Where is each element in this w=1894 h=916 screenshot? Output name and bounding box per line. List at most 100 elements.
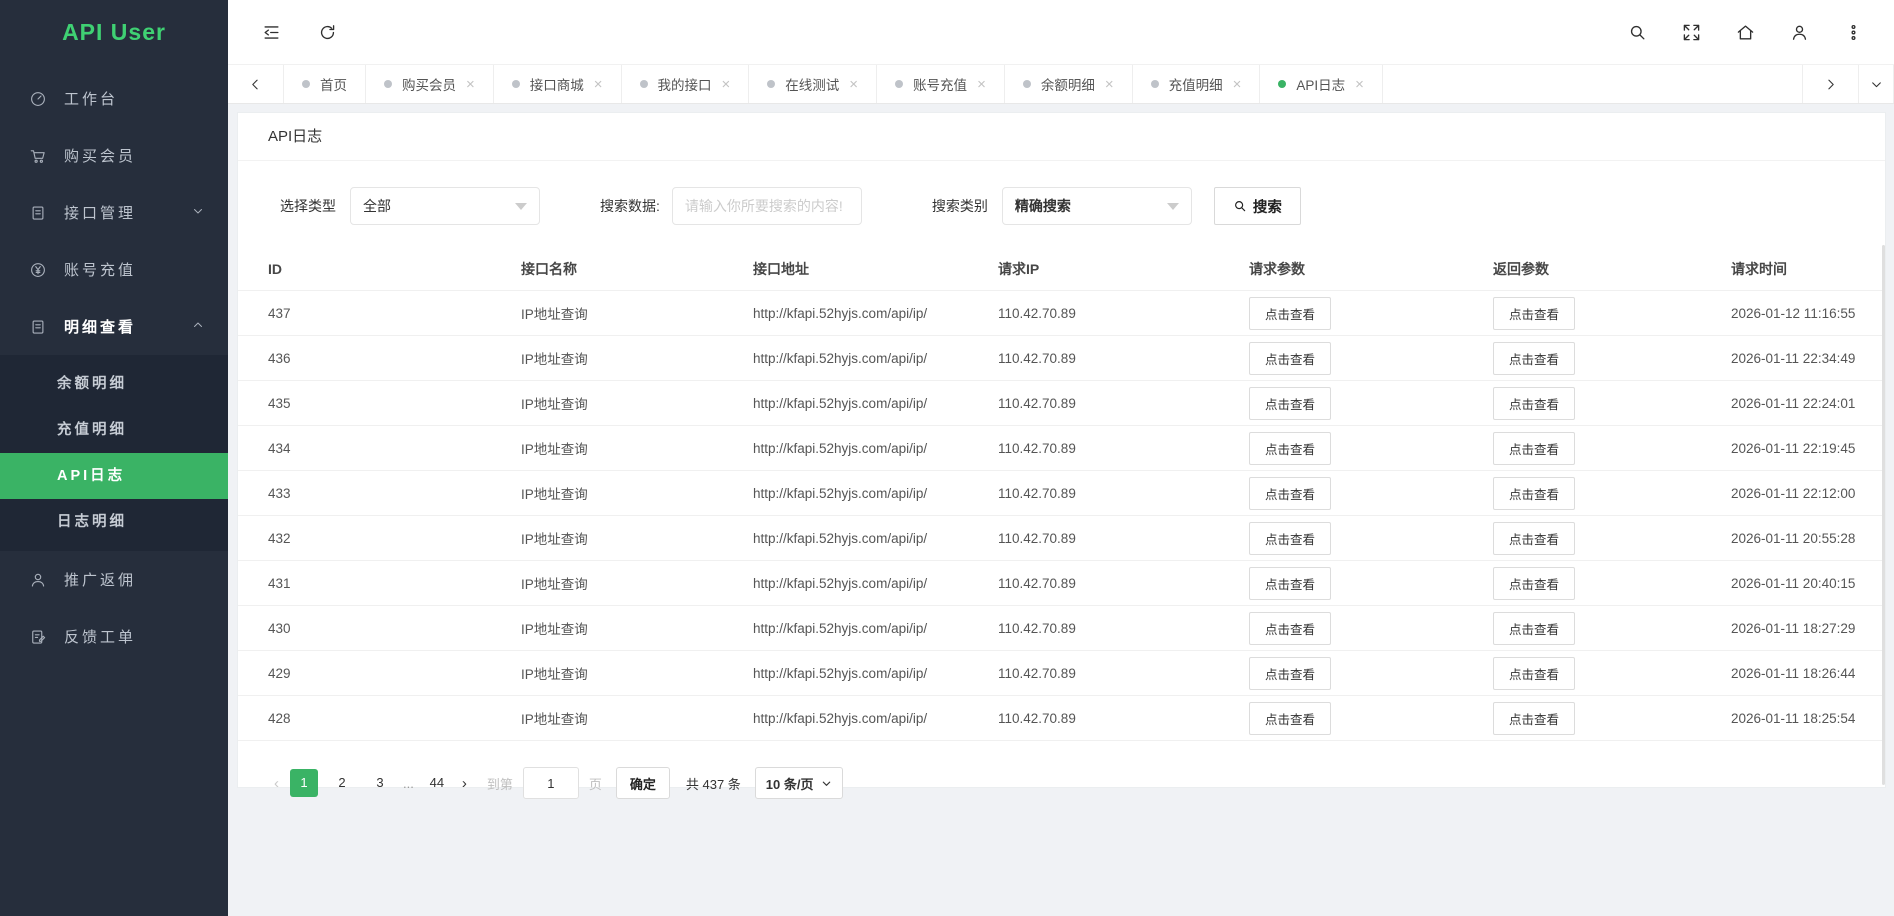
- col-header-id: ID: [268, 261, 521, 277]
- tab-account-recharge[interactable]: 账号充值 ×: [877, 65, 1005, 103]
- pagination: ‹ 1 2 3 ... 44 › 到第 页 确定 共 437 条 10 条/页: [238, 767, 1885, 799]
- sidebar-item-log-details[interactable]: 日志明细: [0, 499, 228, 545]
- tab-api-mall[interactable]: 接口商城 ×: [494, 65, 622, 103]
- document-icon: [28, 317, 48, 337]
- goto-page-input[interactable]: [523, 767, 579, 799]
- view-return-params-button[interactable]: 点击查看: [1493, 612, 1575, 645]
- tab-my-api[interactable]: 我的接口 ×: [622, 65, 750, 103]
- cell-time: 2026-01-12 11:16:55: [1731, 306, 1885, 321]
- cell-ip: 110.42.70.89: [998, 306, 1249, 321]
- tab-close-icon[interactable]: ×: [977, 77, 986, 92]
- goto-confirm-button[interactable]: 确定: [616, 767, 670, 799]
- cell-time: 2026-01-11 20:55:28: [1731, 531, 1885, 546]
- tab-balance-details[interactable]: 余额明细 ×: [1005, 65, 1133, 103]
- table-row: 437 IP地址查询 http://kfapi.52hyjs.com/api/i…: [238, 291, 1885, 336]
- page-prev-icon[interactable]: ‹: [268, 775, 285, 792]
- tab-buy-membership[interactable]: 购买会员 ×: [366, 65, 494, 103]
- view-request-params-button[interactable]: 点击查看: [1249, 432, 1331, 465]
- view-request-params-button[interactable]: 点击查看: [1249, 342, 1331, 375]
- vertical-scrollbar[interactable]: [1882, 245, 1885, 785]
- sidebar-item-details-view[interactable]: 明细查看: [0, 298, 228, 355]
- sidebar-item-balance-details[interactable]: 余额明细: [0, 361, 228, 407]
- view-return-params-button[interactable]: 点击查看: [1493, 477, 1575, 510]
- table-row: 436 IP地址查询 http://kfapi.52hyjs.com/api/i…: [238, 336, 1885, 381]
- sidebar-item-buy-membership[interactable]: 购买会员: [0, 127, 228, 184]
- view-return-params-button[interactable]: 点击查看: [1493, 432, 1575, 465]
- view-return-params-button[interactable]: 点击查看: [1493, 342, 1575, 375]
- collapse-menu-icon[interactable]: [250, 11, 292, 53]
- search-category-value: 精确搜索: [1015, 196, 1071, 216]
- search-data-label: 搜索数据:: [600, 196, 660, 216]
- view-request-params-button[interactable]: 点击查看: [1249, 702, 1331, 735]
- caret-down-icon: [1167, 203, 1179, 210]
- page-number-last[interactable]: 44: [423, 769, 451, 797]
- tab-home[interactable]: 首页: [284, 65, 366, 103]
- view-request-params-button[interactable]: 点击查看: [1249, 522, 1331, 555]
- view-request-params-button[interactable]: 点击查看: [1249, 387, 1331, 420]
- tab-online-test[interactable]: 在线测试 ×: [749, 65, 877, 103]
- sidebar-item-api-management[interactable]: 接口管理: [0, 184, 228, 241]
- view-request-params-button[interactable]: 点击查看: [1249, 657, 1331, 690]
- tab-close-icon[interactable]: ×: [1105, 77, 1114, 92]
- view-return-params-button[interactable]: 点击查看: [1493, 297, 1575, 330]
- view-request-params-button[interactable]: 点击查看: [1249, 477, 1331, 510]
- table-row: 429 IP地址查询 http://kfapi.52hyjs.com/api/i…: [238, 651, 1885, 696]
- sidebar-item-account-recharge[interactable]: 账号充值: [0, 241, 228, 298]
- tabs-dropdown-icon[interactable]: [1858, 65, 1894, 103]
- more-vertical-icon[interactable]: [1832, 11, 1874, 53]
- sidebar-item-label: 账号充值: [64, 259, 136, 280]
- page-number-1[interactable]: 1: [290, 769, 318, 797]
- sidebar-item-promotion-rebate[interactable]: 推广返佣: [0, 551, 228, 608]
- tabs-scroll-right-icon[interactable]: [1802, 65, 1858, 103]
- tab-close-icon[interactable]: ×: [849, 77, 858, 92]
- main-content: API日志 选择类型 全部 搜索数据: 搜索类别 精确搜索 搜索 ID 接口名: [228, 104, 1894, 916]
- sidebar-item-recharge-details[interactable]: 充值明细: [0, 407, 228, 453]
- cell-url: http://kfapi.52hyjs.com/api/ip/: [753, 531, 998, 546]
- view-return-params-button[interactable]: 点击查看: [1493, 657, 1575, 690]
- type-select[interactable]: 全部: [350, 187, 540, 225]
- tab-close-icon[interactable]: ×: [594, 77, 603, 92]
- page-next-icon[interactable]: ›: [456, 775, 473, 792]
- chevron-down-icon: [821, 778, 832, 789]
- cell-ip: 110.42.70.89: [998, 666, 1249, 681]
- sidebar-item-label: 反馈工单: [64, 626, 136, 647]
- cell-id: 436: [268, 351, 521, 366]
- search-category-select[interactable]: 精确搜索: [1002, 187, 1192, 225]
- chevron-up-icon: [192, 318, 204, 335]
- tab-close-icon[interactable]: ×: [722, 77, 731, 92]
- app-logo: API User: [0, 0, 228, 64]
- home-icon[interactable]: [1724, 11, 1766, 53]
- refresh-icon[interactable]: [306, 11, 348, 53]
- view-request-params-button[interactable]: 点击查看: [1249, 297, 1331, 330]
- view-return-params-button[interactable]: 点击查看: [1493, 387, 1575, 420]
- view-return-params-button[interactable]: 点击查看: [1493, 522, 1575, 555]
- search-button[interactable]: 搜索: [1214, 187, 1301, 225]
- view-request-params-button[interactable]: 点击查看: [1249, 612, 1331, 645]
- fullscreen-icon[interactable]: [1670, 11, 1712, 53]
- col-header-time: 请求时间: [1731, 259, 1885, 279]
- tabs-scroll-left-icon[interactable]: [228, 65, 284, 103]
- sidebar-item-feedback-ticket[interactable]: 反馈工单: [0, 608, 228, 665]
- tab-dot: [1023, 80, 1031, 88]
- view-return-params-button[interactable]: 点击查看: [1493, 702, 1575, 735]
- cell-id: 431: [268, 576, 521, 591]
- page-size-select[interactable]: 10 条/页: [755, 767, 844, 799]
- tab-api-log[interactable]: API日志 ×: [1260, 65, 1383, 103]
- tab-label: 首页: [320, 74, 347, 94]
- cell-id: 434: [268, 441, 521, 456]
- sidebar-item-api-log[interactable]: API日志: [0, 453, 228, 499]
- tab-close-icon[interactable]: ×: [1355, 77, 1364, 92]
- tab-close-icon[interactable]: ×: [466, 77, 475, 92]
- sidebar-item-workbench[interactable]: 工作台: [0, 70, 228, 127]
- view-return-params-button[interactable]: 点击查看: [1493, 567, 1575, 600]
- tab-close-icon[interactable]: ×: [1233, 77, 1242, 92]
- tabs: 首页 购买会员 × 接口商城 × 我的接口 × 在线测试 × 账号充值 ×: [284, 65, 1383, 103]
- search-icon[interactable]: [1616, 11, 1658, 53]
- page-number-3[interactable]: 3: [366, 769, 394, 797]
- tab-recharge-details[interactable]: 充值明细 ×: [1133, 65, 1261, 103]
- user-icon[interactable]: [1778, 11, 1820, 53]
- cell-time: 2026-01-11 18:27:29: [1731, 621, 1885, 636]
- page-number-2[interactable]: 2: [328, 769, 356, 797]
- view-request-params-button[interactable]: 点击查看: [1249, 567, 1331, 600]
- search-input[interactable]: [672, 187, 862, 225]
